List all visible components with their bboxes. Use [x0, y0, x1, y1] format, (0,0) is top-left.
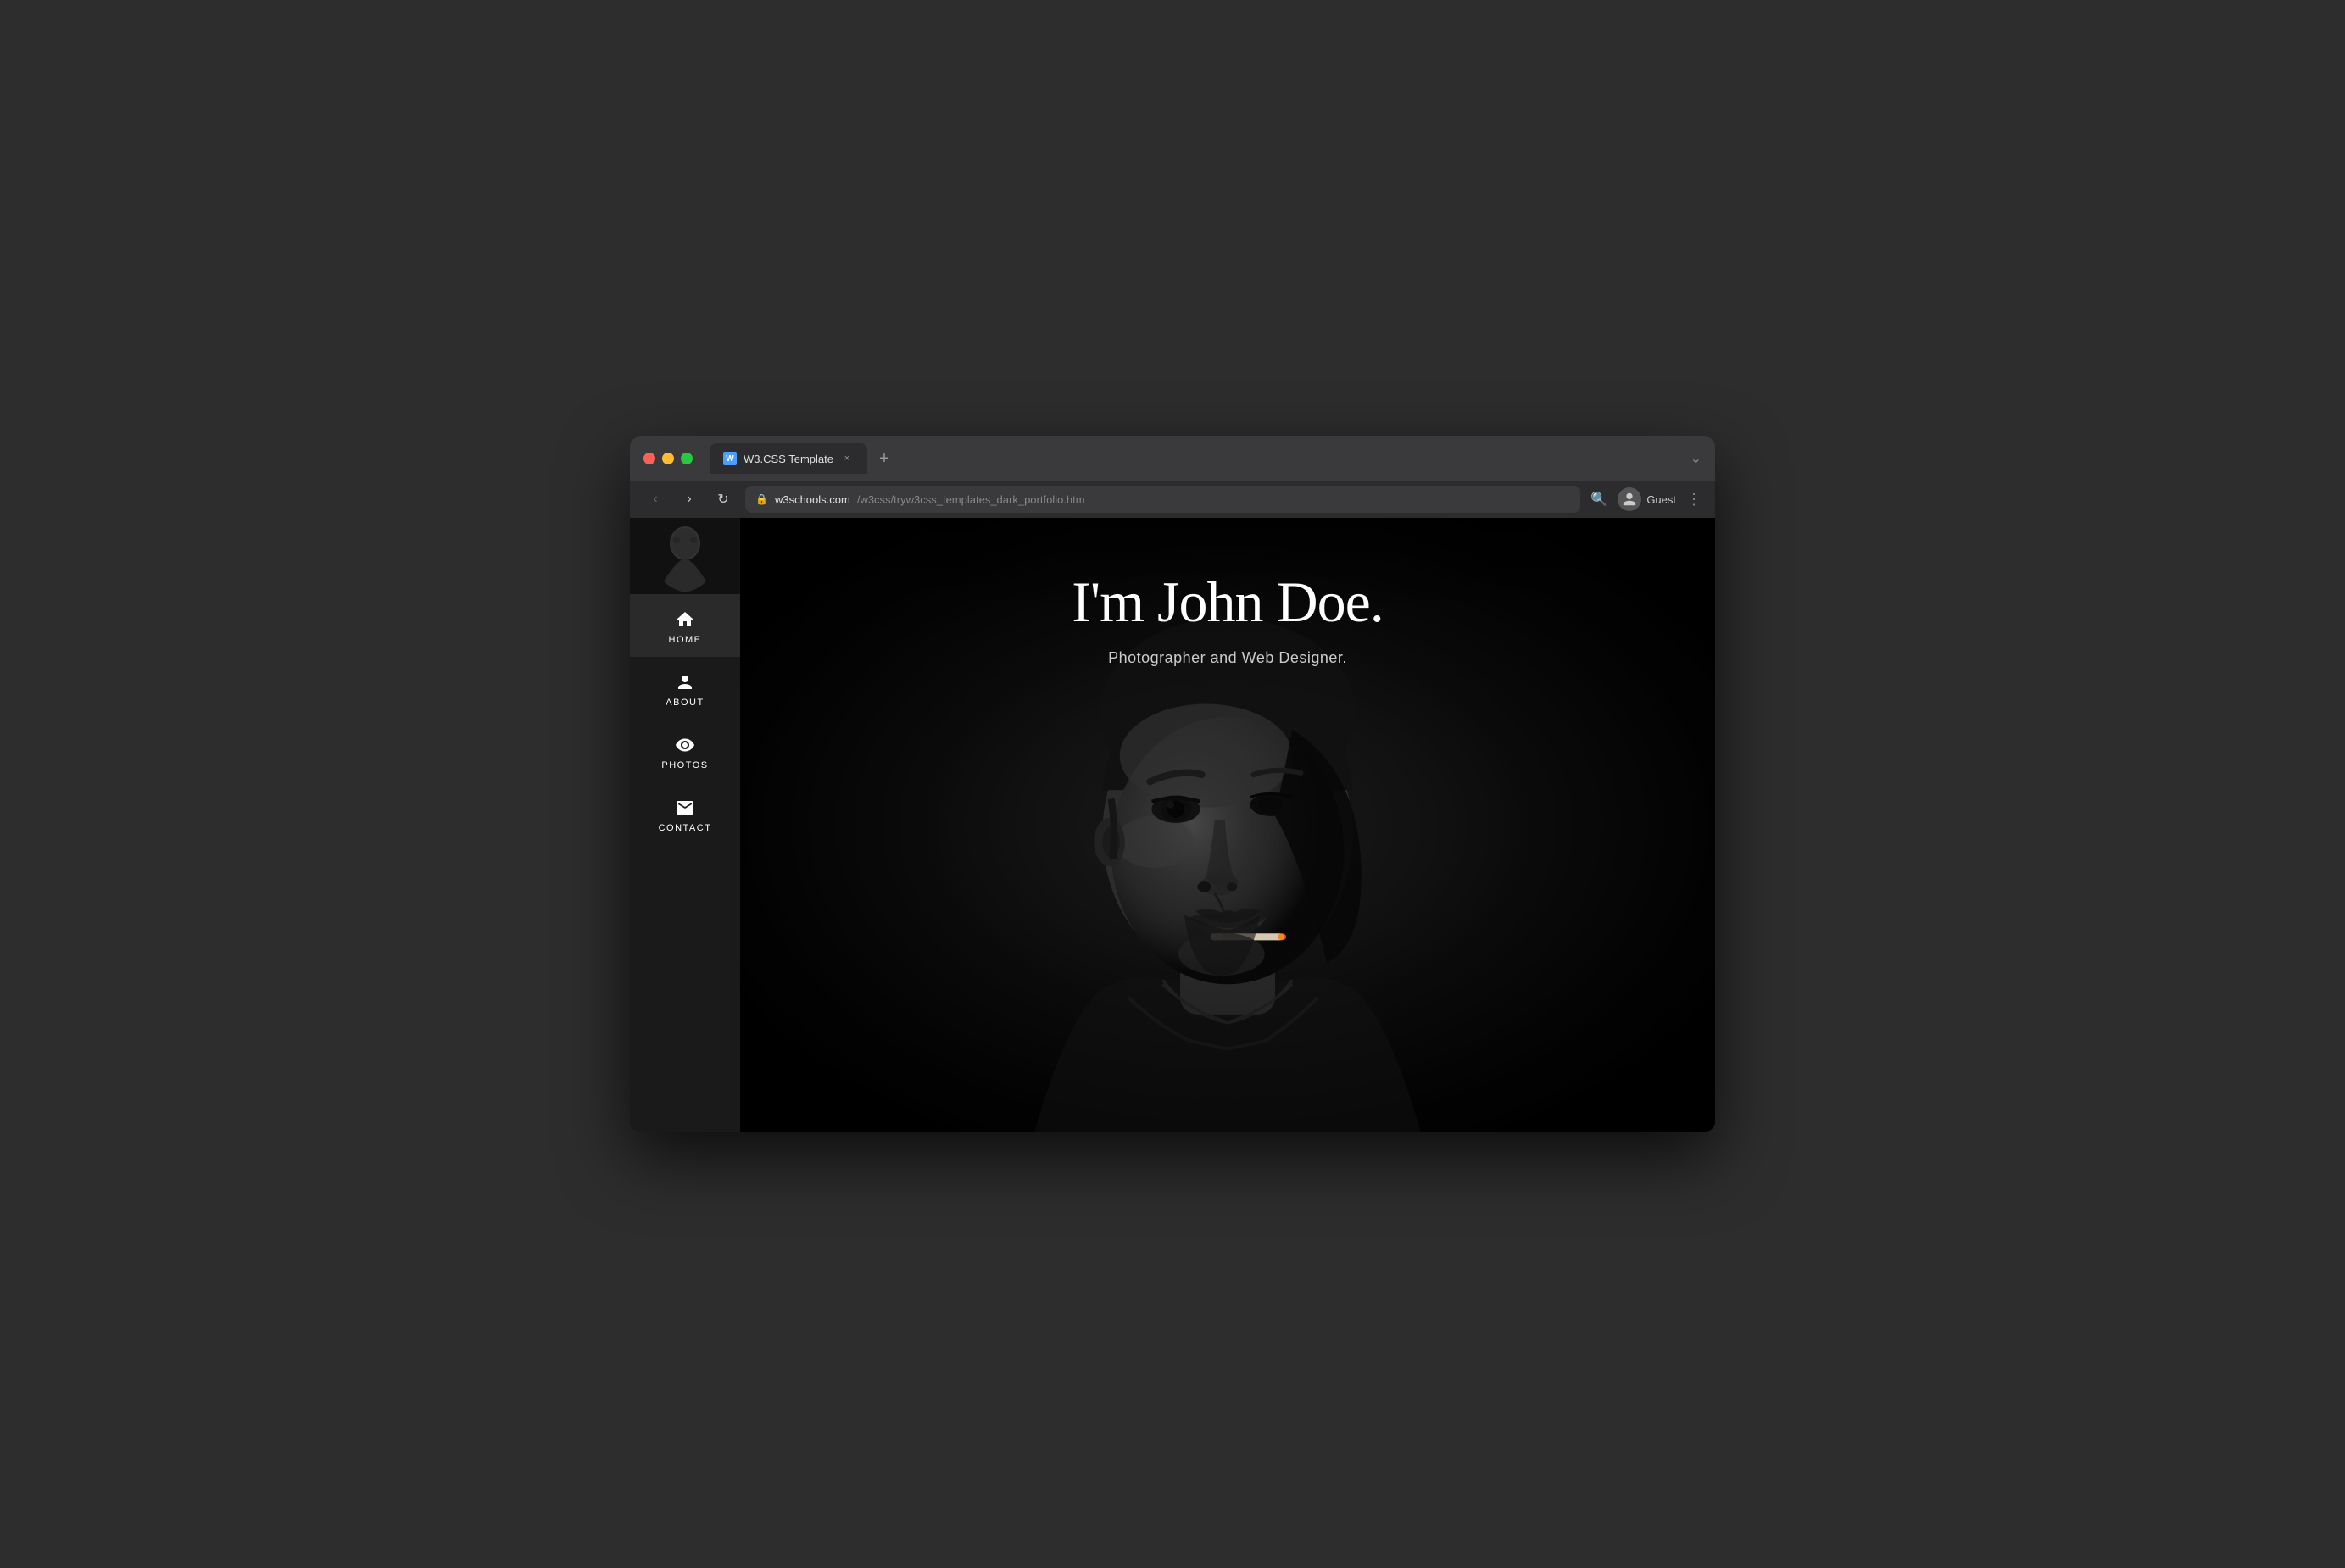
lock-icon: 🔒 [755, 493, 768, 505]
home-icon [675, 609, 695, 630]
url-bar[interactable]: 🔒 w3schools.com /w3css/tryw3css_template… [745, 486, 1580, 513]
minimize-traffic-light[interactable] [662, 453, 674, 464]
tab-close-button[interactable]: × [840, 452, 854, 465]
photos-label: PHOTOS [661, 760, 708, 770]
new-tab-button[interactable]: + [871, 445, 898, 472]
sidebar-item-photos[interactable]: PHOTOS [630, 720, 740, 782]
main-content: I'm John Doe. Photographer and Web Desig… [740, 518, 1715, 1132]
forward-button[interactable]: › [677, 487, 701, 511]
sidebar-item-about[interactable]: ABOUT [630, 657, 740, 720]
user-avatar-icon [1618, 487, 1641, 511]
address-bar: ‹ › ↻ 🔒 w3schools.com /w3css/tryw3css_te… [630, 481, 1715, 518]
hero-subtitle: Photographer and Web Designer. [740, 649, 1715, 667]
tab-bar: W W3.CSS Template × + [710, 443, 1680, 474]
title-bar-right: ⌄ [1691, 450, 1702, 467]
hero-title: I'm John Doe. [740, 569, 1715, 636]
person-icon [675, 672, 695, 692]
sidebar-item-home[interactable]: HOME [630, 594, 740, 657]
tab-title: W3.CSS Template [744, 453, 833, 465]
envelope-icon [675, 798, 695, 818]
refresh-button[interactable]: ↻ [711, 487, 735, 511]
maximize-traffic-light[interactable] [681, 453, 693, 464]
browser-content: HOME ABOUT PHOTOS [630, 518, 1715, 1132]
url-path: /w3css/tryw3css_templates_dark_portfolio… [857, 493, 1085, 506]
contact-label: CONTACT [659, 823, 712, 833]
guest-label: Guest [1646, 493, 1676, 506]
user-section[interactable]: Guest [1618, 487, 1676, 511]
sidebar-avatar [630, 518, 740, 594]
window-chevron[interactable]: ⌄ [1691, 450, 1702, 467]
sidebar: HOME ABOUT PHOTOS [630, 518, 740, 1132]
search-button[interactable]: 🔍 [1590, 491, 1607, 508]
close-traffic-light[interactable] [643, 453, 655, 464]
title-bar: W W3.CSS Template × + ⌄ [630, 436, 1715, 481]
eye-icon [675, 735, 695, 755]
avatar-image [630, 518, 740, 594]
sidebar-item-contact[interactable]: CONTACT [630, 782, 740, 845]
back-button[interactable]: ‹ [643, 487, 667, 511]
traffic-lights [643, 453, 693, 464]
hero-text-section: I'm John Doe. Photographer and Web Desig… [740, 569, 1715, 667]
active-tab[interactable]: W W3.CSS Template × [710, 443, 867, 474]
url-domain: w3schools.com [775, 493, 850, 506]
more-options-button[interactable]: ⋮ [1686, 491, 1702, 509]
address-bar-actions: 🔍 Guest ⋮ [1590, 487, 1702, 511]
home-label: HOME [669, 635, 702, 645]
tab-favicon: W [723, 452, 737, 465]
about-label: ABOUT [666, 698, 704, 708]
browser-window: W W3.CSS Template × + ⌄ ‹ › ↻ 🔒 w3school… [630, 436, 1715, 1132]
